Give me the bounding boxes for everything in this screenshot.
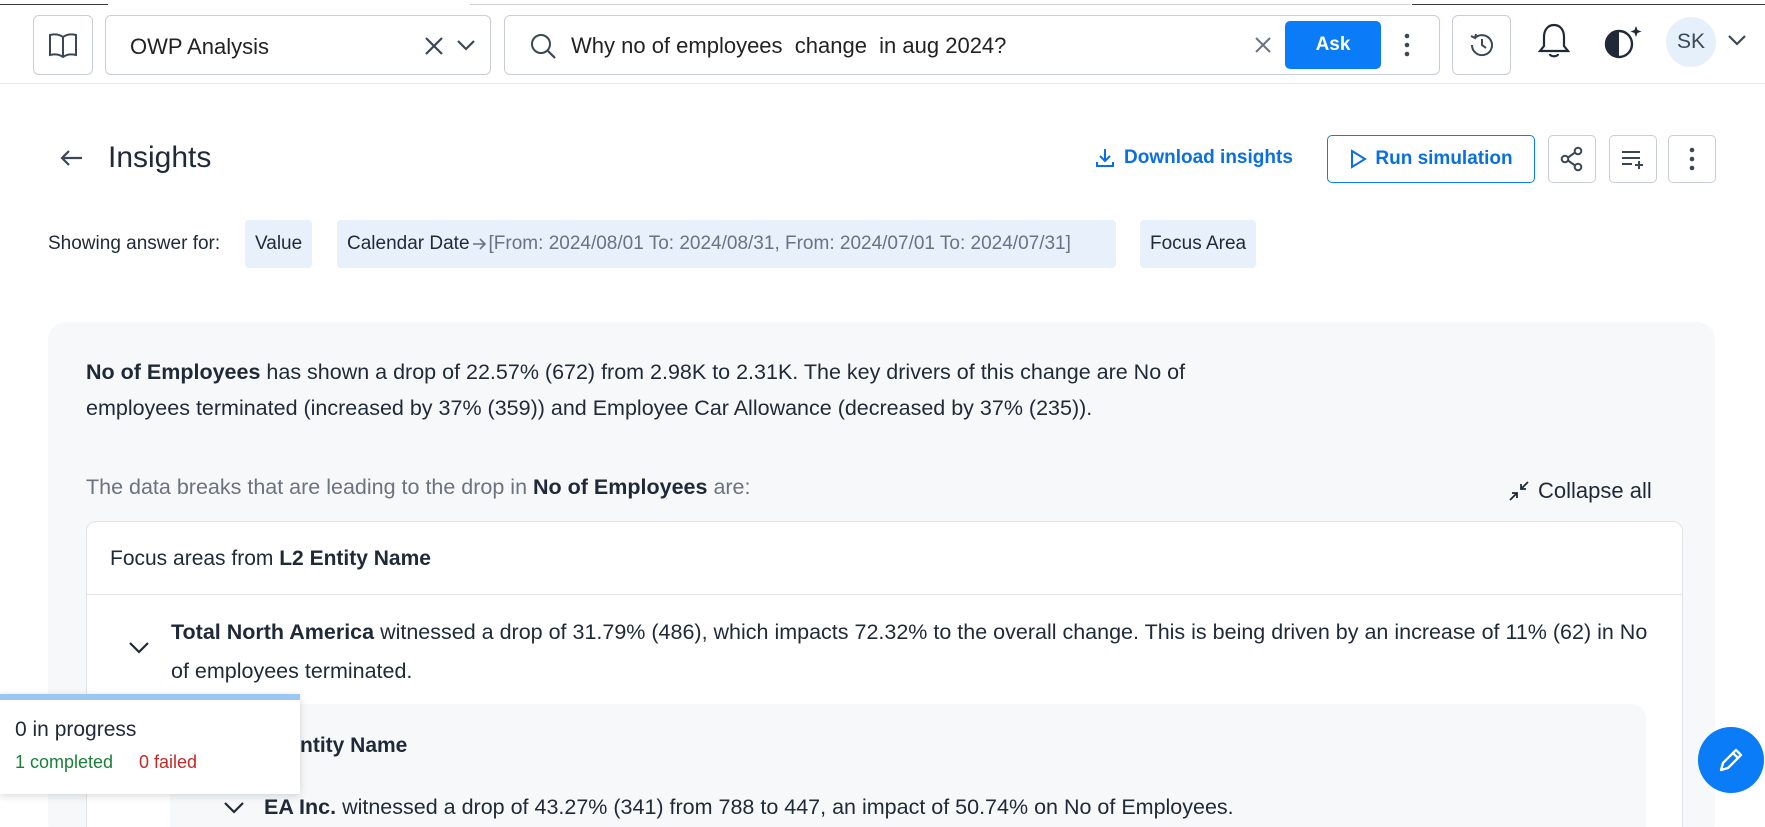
download-insights-label: Download insights [1124, 147, 1293, 168]
collapse-all-button[interactable]: Collapse all [1508, 478, 1652, 504]
page-title: Insights [108, 141, 212, 174]
focus-row-north-america: Total North America witnessed a drop of … [171, 613, 1651, 691]
focus-prefix: Focus areas from [110, 547, 280, 570]
sub-description: witnessed a drop of 43.27% (341) from 78… [336, 795, 1234, 819]
expand-subrow-chevron-icon[interactable] [223, 800, 245, 814]
kebab-menu-icon [1689, 147, 1695, 171]
chevron-down-icon[interactable] [456, 38, 476, 52]
query-search-bar[interactable]: Why no of employees change in aug 2024? … [504, 15, 1440, 75]
clear-query-icon[interactable] [1250, 32, 1276, 58]
download-insights-link[interactable]: Download insights [1094, 147, 1293, 169]
search-query-input[interactable]: Why no of employees change in aug 2024? [571, 33, 1006, 59]
in-progress-count: 0 in progress [15, 718, 137, 741]
download-icon [1096, 149, 1114, 167]
back-arrow-icon[interactable] [58, 146, 84, 170]
account-chevron-down-icon[interactable] [1727, 33, 1747, 47]
run-simulation-label: Run simulation [1375, 148, 1513, 169]
arrow-right-icon [472, 238, 486, 250]
pencil-icon [1719, 748, 1743, 772]
sub-row-ea-inc: EA Inc. witnessed a drop of 43.27% (341)… [264, 795, 1234, 820]
value-chip[interactable]: Value [245, 220, 313, 268]
theme-assistant-icon[interactable] [1601, 22, 1645, 62]
top-bar: OWP Analysis Why no of employees change … [0, 0, 1765, 84]
project-selector[interactable]: OWP Analysis [105, 15, 491, 75]
focus-divider [87, 594, 1682, 595]
jobs-status-toast[interactable]: 0 in progress 1 completed 0 failed [0, 694, 300, 794]
search-icon [531, 34, 556, 59]
edit-fab-button[interactable] [1698, 727, 1764, 793]
run-simulation-button[interactable]: Run simulation [1327, 135, 1535, 183]
playlist-add-icon [1622, 151, 1643, 169]
focus-dimension: L2 Entity Name [279, 547, 431, 570]
bell-icon[interactable] [1537, 22, 1571, 60]
history-icon [1470, 33, 1493, 57]
expand-row-chevron-icon[interactable] [128, 640, 150, 654]
toast-progress-bar [0, 694, 300, 700]
completed-count: 1 completed [15, 752, 114, 772]
insight-summary: No of Employees has shown a drop of 22.5… [86, 354, 1196, 426]
page-more-options-button[interactable] [1668, 135, 1716, 183]
breaks-suffix: are: [707, 475, 751, 499]
library-button[interactable] [33, 15, 93, 75]
data-breaks-heading: The data breaks that are leading to the … [86, 475, 751, 500]
history-button[interactable] [1452, 15, 1511, 75]
row-description: witnessed a drop of 31.79% (486), which … [171, 620, 1648, 683]
value-chip-label: Value [255, 233, 303, 254]
calendar-date-range: [From: 2024/08/01 To: 2024/08/31, From: … [488, 233, 1071, 254]
collapse-all-label: Collapse all [1538, 478, 1652, 503]
share-icon [1560, 146, 1583, 172]
calendar-date-label: Calendar Date [347, 233, 470, 254]
share-button[interactable] [1548, 135, 1596, 183]
row-entity-name: Total North America [171, 620, 375, 644]
collapse-icon [1509, 481, 1529, 501]
breaks-metric: No of Employees [533, 475, 708, 499]
calendar-date-chip[interactable]: Calendar Date [From: 2024/08/01 To: 2024… [337, 220, 1116, 268]
focus-areas-heading: Focus areas from L2 Entity Name [110, 547, 431, 571]
showing-answer-label: Showing answer for: [48, 233, 221, 254]
sub-entity-name: EA Inc. [264, 795, 337, 819]
add-to-playlist-button[interactable] [1609, 135, 1657, 183]
sub-breakdown-heading: Entity Name [286, 734, 408, 757]
focus-area-chip[interactable]: Focus Area [1140, 220, 1257, 268]
focus-area-chip-label: Focus Area [1150, 233, 1247, 254]
book-icon [49, 33, 77, 59]
breaks-prefix: The data breaks that are leading to the … [86, 475, 534, 499]
project-name: OWP Analysis [130, 34, 269, 59]
clear-project-icon[interactable] [420, 32, 448, 60]
ask-button[interactable]: Ask [1285, 21, 1381, 69]
failed-count: 0 failed [139, 752, 198, 772]
summary-metric: No of Employees [86, 360, 261, 384]
play-icon [1351, 149, 1368, 169]
more-options-icon[interactable] [1401, 30, 1413, 60]
user-avatar[interactable]: SK [1666, 17, 1716, 67]
